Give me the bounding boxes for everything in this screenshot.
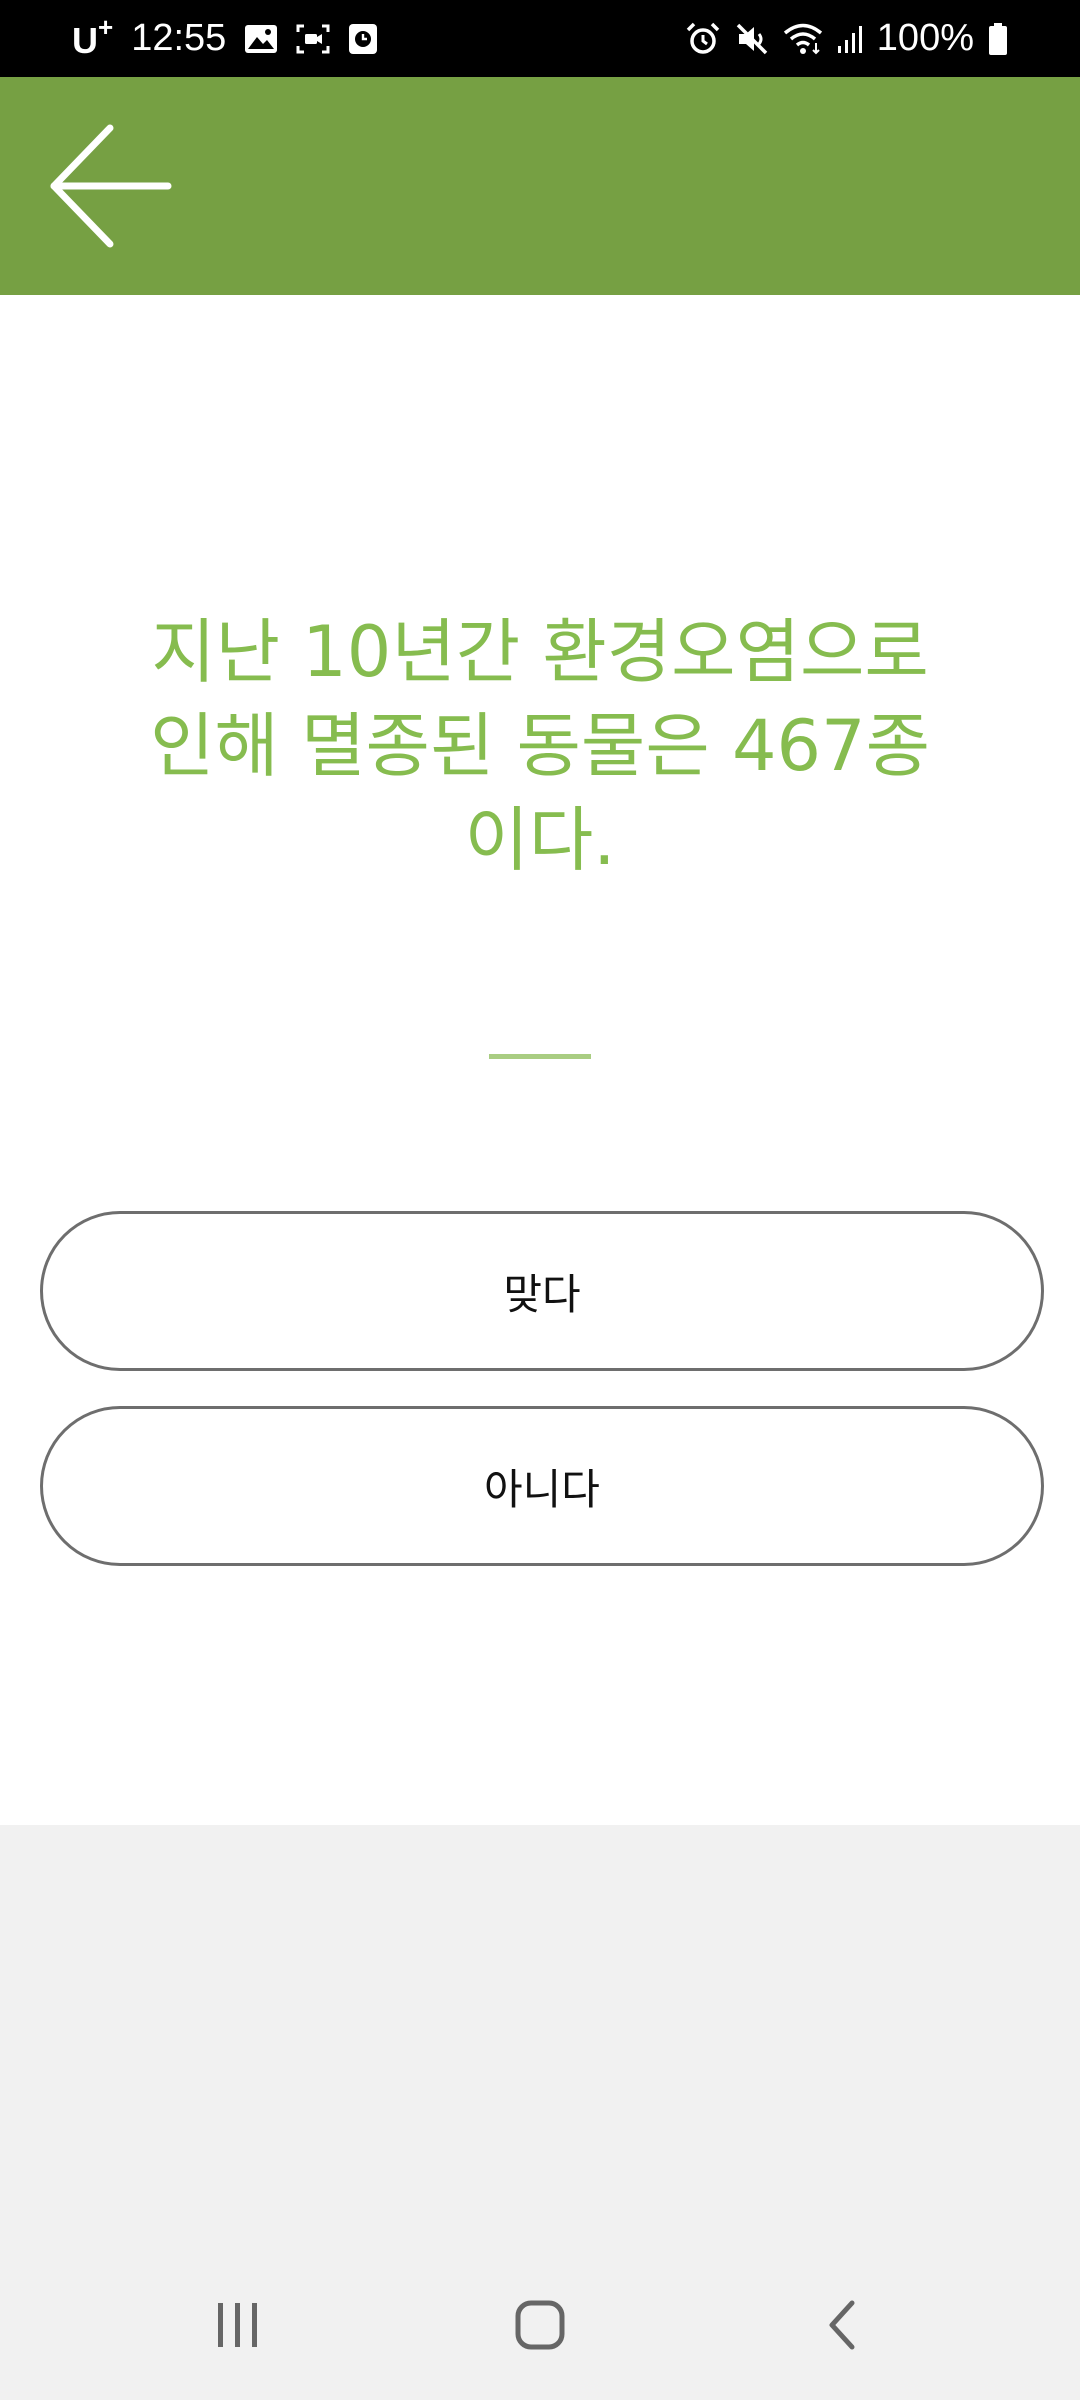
- recent-apps-icon: [218, 2303, 257, 2347]
- home-button[interactable]: [450, 2250, 630, 2400]
- home-icon: [515, 2300, 565, 2350]
- clock-app-icon: [348, 23, 378, 55]
- divider: [489, 1054, 591, 1059]
- navigation-bar: [0, 2250, 1080, 2400]
- quiz-question: 지난 10년간 환경오염으로 인해 멸종된 동물은 467종이다.: [150, 611, 930, 881]
- battery-icon: [988, 22, 1008, 56]
- status-bar: U+ 12:55 100%: [0, 0, 1080, 77]
- status-left: U+ 12:55: [72, 0, 378, 77]
- alarm-icon: [685, 22, 721, 56]
- gallery-icon: [244, 24, 278, 54]
- recent-apps-button[interactable]: [148, 2250, 328, 2400]
- arrow-left-icon: [50, 124, 172, 248]
- carrier-label: U+: [72, 11, 114, 61]
- quiz-content: 지난 10년간 환경오염으로 인해 멸종된 동물은 467종이다. 맞다 아니다: [0, 295, 1080, 1825]
- signal-icon: [837, 24, 863, 54]
- answer-false-button[interactable]: 아니다: [40, 1406, 1044, 1566]
- app-bar: [0, 77, 1080, 295]
- back-button[interactable]: [40, 121, 180, 251]
- bottom-area: [0, 1825, 1080, 2400]
- answer-true-button[interactable]: 맞다: [40, 1211, 1044, 1371]
- mute-icon: [735, 22, 769, 56]
- status-right: 100%: [685, 0, 1008, 77]
- back-icon: [829, 2300, 855, 2350]
- wifi-icon: [783, 22, 823, 56]
- nav-back-button[interactable]: [752, 2250, 932, 2400]
- status-time: 12:55: [131, 17, 227, 59]
- screen-record-icon: [296, 24, 330, 54]
- battery-percent: 100%: [876, 17, 974, 59]
